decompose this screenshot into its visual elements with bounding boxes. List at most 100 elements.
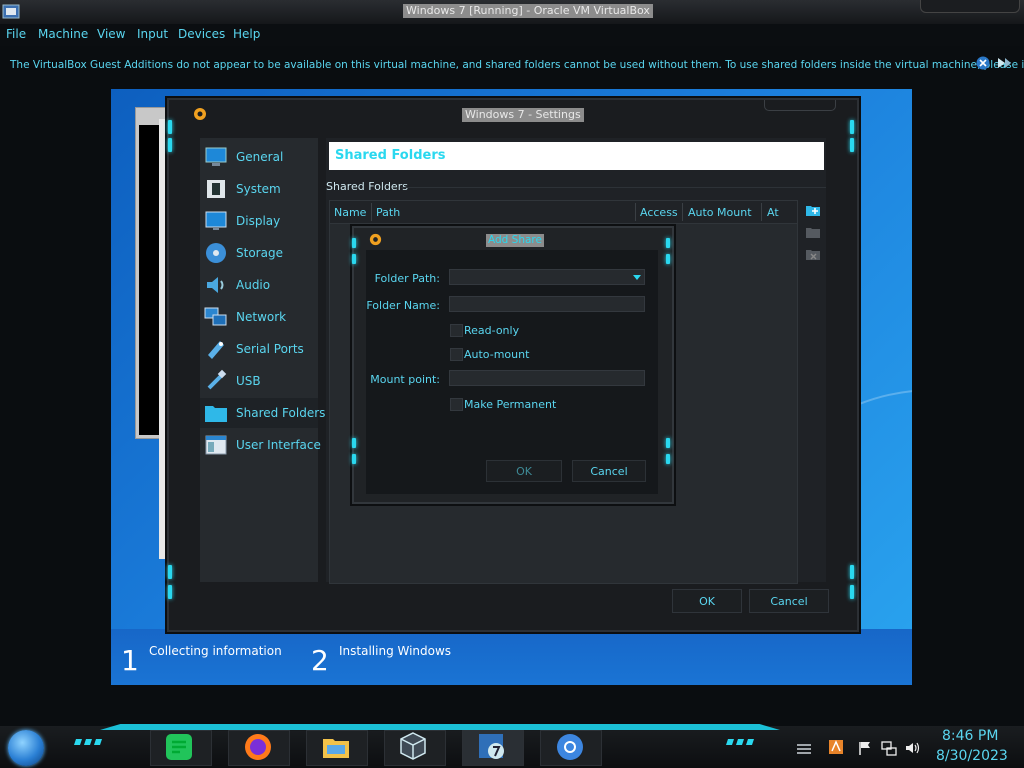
sidebar-item-label: USB xyxy=(236,374,261,388)
titlebar-decoration xyxy=(920,0,1020,13)
sidebar-item-user-interface[interactable]: User Interface xyxy=(200,430,321,460)
network-icon xyxy=(204,307,227,326)
readonly-label: Read-only xyxy=(464,324,520,337)
edit-folder-icon[interactable] xyxy=(805,224,821,240)
remove-folder-icon[interactable] xyxy=(805,246,821,262)
virtualbox-icon[interactable] xyxy=(398,731,428,761)
display-icon xyxy=(205,211,227,230)
firefox-icon[interactable] xyxy=(243,732,273,762)
sidebar-item-audio[interactable]: Audio xyxy=(200,270,318,300)
window-icon xyxy=(205,435,227,455)
chrome-icon[interactable] xyxy=(555,732,585,762)
make-permanent-label: Make Permanent xyxy=(464,398,557,411)
page-title: Shared Folders xyxy=(335,148,446,163)
add-share-cancel-button[interactable]: Cancel xyxy=(572,460,646,482)
column-header-path[interactable]: Path xyxy=(376,206,400,219)
readonly-checkbox[interactable] xyxy=(450,324,463,337)
column-header-at[interactable]: At xyxy=(767,206,779,219)
table-header: Name Path Access Auto Mount At xyxy=(330,201,797,224)
make-permanent-checkbox[interactable] xyxy=(450,398,463,411)
taskbar-decoration xyxy=(74,739,102,745)
sidebar-item-label: Shared Folders xyxy=(236,406,326,420)
gear-icon xyxy=(194,108,206,120)
automount-checkbox[interactable] xyxy=(450,348,463,361)
gear-icon xyxy=(369,233,382,246)
close-icon[interactable] xyxy=(976,56,990,70)
sidebar-item-label: Audio xyxy=(236,278,271,292)
mount-point-field[interactable] xyxy=(449,370,645,386)
step-label: Collecting information xyxy=(149,644,282,658)
sidebar-item-general[interactable]: General xyxy=(200,142,318,172)
section-label: Shared Folders xyxy=(326,180,408,193)
serial-port-icon xyxy=(208,341,224,359)
settings-title: Windows 7 - Settings xyxy=(462,108,584,122)
file-explorer-icon[interactable] xyxy=(321,732,351,762)
sidebar-item-usb[interactable]: USB xyxy=(200,366,318,396)
sidebar-item-shared-folders[interactable]: Shared Folders xyxy=(200,398,325,428)
section-divider xyxy=(401,187,826,188)
menubar: File Machine View Input Devices Help xyxy=(0,24,1024,46)
chevron-down-icon[interactable] xyxy=(632,272,642,282)
folder-icon xyxy=(205,406,227,422)
folder-name-label: Folder Name: xyxy=(366,299,440,312)
sidebar-item-display[interactable]: Display xyxy=(200,206,318,236)
clock-date[interactable]: 8/30/2023 xyxy=(936,748,1008,764)
sidebar-item-storage[interactable]: Storage xyxy=(200,238,318,268)
sidebar-item-label: Display xyxy=(236,214,281,228)
menu-file[interactable]: File xyxy=(6,27,26,41)
column-header-name[interactable]: Name xyxy=(334,206,366,219)
speaker-icon xyxy=(207,277,224,293)
chip-icon xyxy=(207,180,225,198)
add-folder-icon[interactable] xyxy=(805,202,821,218)
taskbar-decoration xyxy=(726,739,754,745)
sidebar-item-label: Network xyxy=(236,310,287,324)
network-icon[interactable] xyxy=(881,740,897,756)
sidebar-item-label: User Interface xyxy=(236,438,321,452)
monitor-icon xyxy=(205,147,227,166)
page-header: Shared Folders xyxy=(329,142,824,170)
titlebar-decoration xyxy=(764,100,836,111)
disk-icon xyxy=(206,243,226,263)
sidebar-item-label: Storage xyxy=(236,246,283,260)
step-number: 2 xyxy=(311,644,329,677)
column-header-auto-mount[interactable]: Auto Mount xyxy=(688,206,752,219)
sidebar-item-label: General xyxy=(236,150,284,164)
settings-sidebar: General System Display Storage Audio Net… xyxy=(200,138,325,582)
mount-point-label: Mount point: xyxy=(370,373,440,386)
host-window-title: Windows 7 [Running] - Oracle VM VirtualB… xyxy=(403,4,653,18)
folder-path-label: Folder Path: xyxy=(374,272,440,285)
sidebar-item-label: Serial Ports xyxy=(236,342,304,356)
notice-text: The VirtualBox Guest Additions do not ap… xyxy=(10,59,1024,71)
volume-icon[interactable] xyxy=(905,740,921,756)
flag-icon[interactable] xyxy=(857,740,873,756)
menu-machine[interactable]: Machine xyxy=(38,27,88,41)
guest-additions-notice: The VirtualBox Guest Additions do not ap… xyxy=(0,54,1024,76)
menu-devices[interactable]: Devices xyxy=(178,27,225,41)
menu-view[interactable]: View xyxy=(97,27,125,41)
column-header-access[interactable]: Access xyxy=(640,206,678,219)
sidebar-item-system[interactable]: System xyxy=(200,174,318,204)
spreadsheet-app-icon[interactable] xyxy=(164,732,194,762)
automount-label: Auto-mount xyxy=(464,348,530,361)
stack-icon[interactable] xyxy=(796,740,812,756)
add-share-ok-button[interactable]: OK xyxy=(486,460,562,482)
clock-time[interactable]: 8:46 PM xyxy=(942,728,998,744)
app-tray-icon[interactable] xyxy=(828,739,844,755)
usb-icon xyxy=(207,369,227,390)
windows7-vm-icon[interactable] xyxy=(476,731,506,761)
ok-button[interactable]: OK xyxy=(672,589,742,613)
folder-path-combobox[interactable] xyxy=(449,269,645,285)
menu-input[interactable]: Input xyxy=(137,27,168,41)
menu-help[interactable]: Help xyxy=(233,27,260,41)
virtualbox-app-icon xyxy=(2,4,20,19)
step-number: 1 xyxy=(121,644,139,677)
sidebar-item-network[interactable]: Network xyxy=(200,302,318,332)
step-label: Installing Windows xyxy=(339,644,452,658)
info-icon[interactable] xyxy=(996,56,1012,70)
sidebar-item-serial-ports[interactable]: Serial Ports xyxy=(200,334,318,364)
sidebar-item-label: System xyxy=(236,182,281,196)
command-prompt-fragment xyxy=(139,125,159,435)
folder-name-field[interactable] xyxy=(449,296,645,312)
cancel-button[interactable]: Cancel xyxy=(749,589,829,613)
start-button[interactable] xyxy=(8,730,44,766)
